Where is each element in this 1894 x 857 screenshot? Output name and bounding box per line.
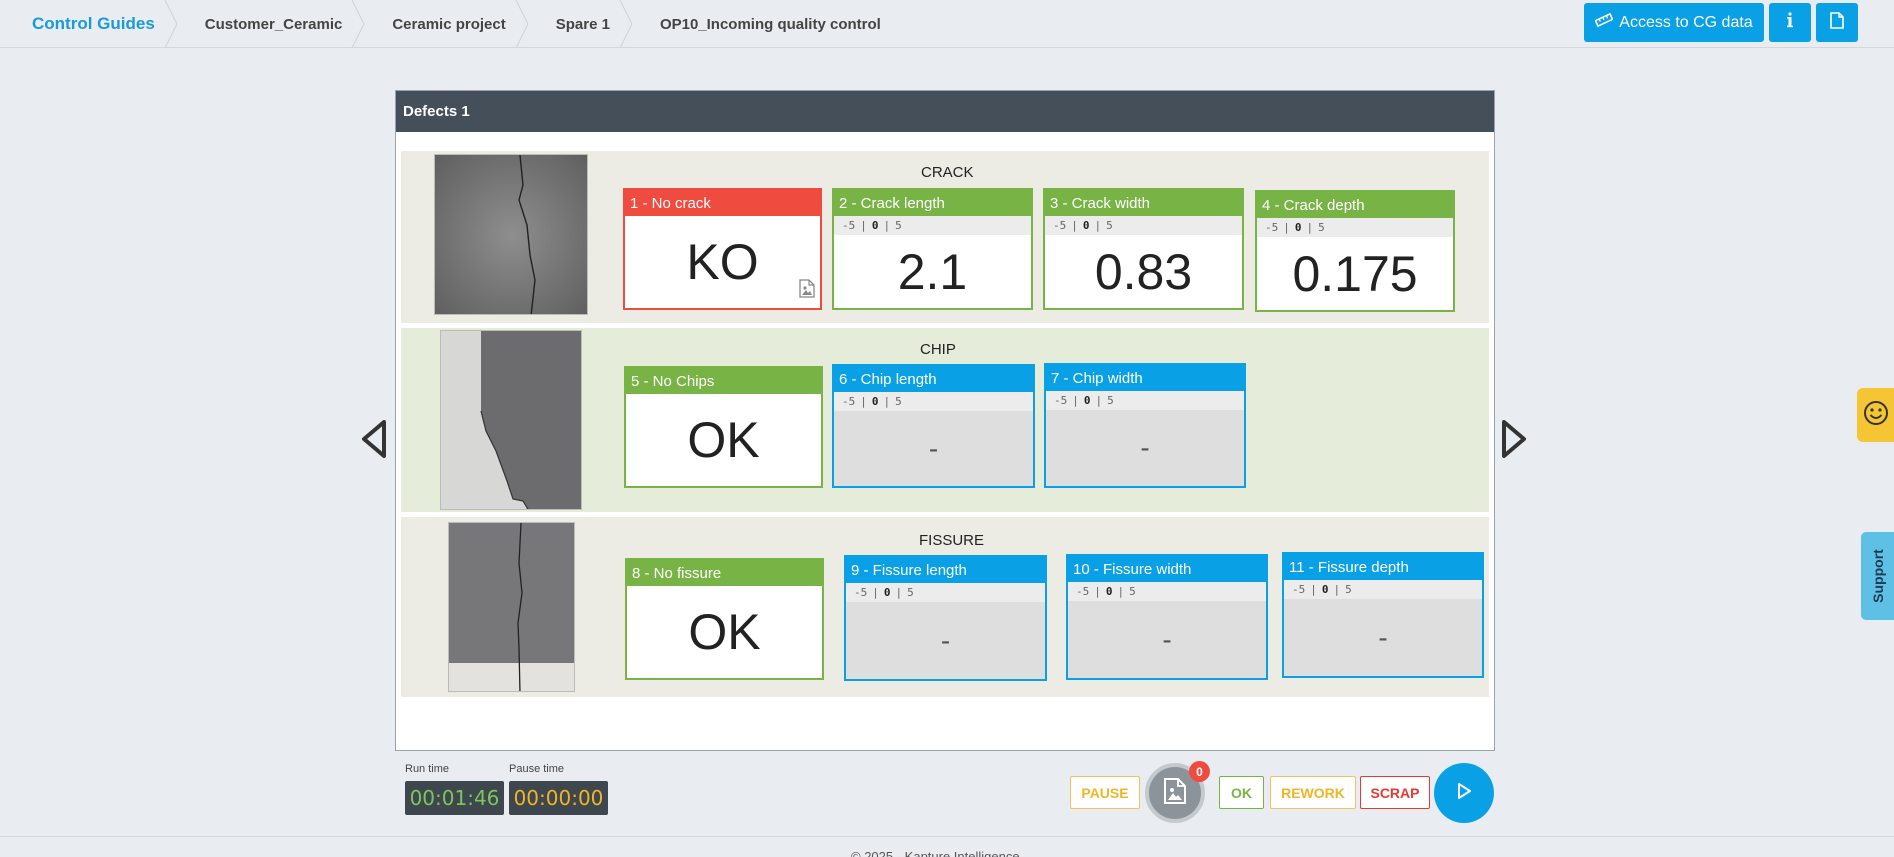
info-icon <box>1785 12 1795 33</box>
card-label: 5 - No Chips <box>626 368 821 394</box>
card-value: OK <box>687 412 760 468</box>
inspection-card-7[interactable]: 7 - Chip width -5 | 0 | 5 - <box>1044 363 1246 488</box>
inspection-card-8[interactable]: 8 - No fissure OK <box>625 558 824 680</box>
inspection-card-5[interactable]: 5 - No Chips OK <box>624 366 823 488</box>
support-tab[interactable]: Support <box>1861 532 1894 620</box>
inspection-card-3[interactable]: 3 - Crack width -5 | 0 | 5 0.83 <box>1043 188 1244 310</box>
inspection-card-9[interactable]: 9 - Fissure length -5 | 0 | 5 - <box>844 555 1047 681</box>
rework-button[interactable]: REWORK <box>1270 776 1356 809</box>
feedback-tab[interactable] <box>1857 388 1894 442</box>
notification-badge: 0 <box>1189 761 1210 782</box>
card-value: 0.83 <box>1094 243 1193 300</box>
card-value: KO <box>686 234 759 290</box>
inspection-card-1[interactable]: 1 - No crack KO <box>623 188 822 310</box>
tolerance-row: -5 | 0 | 5 <box>834 392 1033 411</box>
top-actions: Access to CG data <box>1584 3 1858 42</box>
play-icon <box>1456 782 1472 805</box>
pause-time-label: Pause time <box>509 763 565 775</box>
card-label: 10 - Fissure width <box>1068 556 1266 582</box>
breadcrumb-item-operation[interactable]: OP10_Incoming quality control <box>628 0 899 48</box>
document-icon <box>1830 11 1844 34</box>
breadcrumb-item-customer[interactable]: Customer_Ceramic <box>173 0 365 48</box>
breadcrumb-label: Ceramic project <box>392 15 506 33</box>
card-label: 7 - Chip width <box>1046 365 1244 391</box>
card-value: - <box>1068 601 1266 678</box>
image-attachment-icon[interactable] <box>799 279 815 303</box>
ok-button[interactable]: OK <box>1219 776 1264 809</box>
crack-photo[interactable] <box>434 154 588 315</box>
section-fissure: FISSURE 8 - No fissure OK 9 - Fissure le… <box>401 517 1489 697</box>
previous-arrow-icon[interactable] <box>360 419 388 464</box>
card-label: 8 - No fissure <box>627 560 822 586</box>
tolerance-row: -5 | 0 | 5 <box>1045 216 1242 235</box>
tolerance-row: -5 | 0 | 5 <box>834 216 1031 235</box>
card-label: 9 - Fissure length <box>846 557 1045 583</box>
card-label: 1 - No crack <box>625 190 820 216</box>
section-title: CHIP <box>920 341 956 358</box>
fissure-photo[interactable] <box>448 522 575 692</box>
card-label: 11 - Fissure depth <box>1284 554 1482 580</box>
smiley-icon <box>1863 400 1889 431</box>
tolerance-row: -5 | 0 | 5 <box>1068 582 1266 601</box>
ruler-icon <box>1594 12 1614 32</box>
breadcrumb-label: Customer_Ceramic <box>204 15 343 33</box>
tolerance-row: -5 | 0 | 5 <box>1257 218 1453 237</box>
card-value: 0.175 <box>1292 245 1418 302</box>
pause-time-display: 00:00:00 <box>509 781 608 815</box>
card-value: - <box>1284 599 1482 676</box>
tolerance-row: -5 | 0 | 5 <box>1046 391 1244 410</box>
card-label: 2 - Crack length <box>834 190 1031 216</box>
next-arrow-icon[interactable] <box>1500 419 1528 464</box>
inspection-card-6[interactable]: 6 - Chip length -5 | 0 | 5 - <box>832 364 1035 488</box>
card-value: OK <box>688 604 761 660</box>
card-value: - <box>834 411 1033 486</box>
access-cg-data-button[interactable]: Access to CG data <box>1584 3 1764 42</box>
card-value: - <box>1046 410 1244 486</box>
breadcrumb-label: Spare 1 <box>555 15 610 33</box>
breadcrumb-label: Control Guides <box>32 14 155 33</box>
copyright-text: © 2025 - Kapture Intelligence <box>851 849 1020 857</box>
defects-panel: Defects 1 CRACK 1 - No crack KO 2 - Crac… <box>395 90 1495 751</box>
support-label: Support <box>1869 549 1886 603</box>
inspection-card-11[interactable]: 11 - Fissure depth -5 | 0 | 5 - <box>1282 552 1484 678</box>
breadcrumb-item-project[interactable]: Ceramic project <box>360 0 529 48</box>
document-button[interactable] <box>1816 3 1858 42</box>
inspection-card-4[interactable]: 4 - Crack depth -5 | 0 | 5 0.175 <box>1255 190 1455 312</box>
card-label: 6 - Chip length <box>834 366 1033 392</box>
run-time-label: Run time <box>405 763 450 775</box>
image-document-icon <box>1164 777 1186 809</box>
inspection-card-2[interactable]: 2 - Crack length -5 | 0 | 5 2.1 <box>832 188 1033 310</box>
pause-button[interactable]: PAUSE <box>1070 776 1140 809</box>
top-bar: Control Guides Customer_Ceramic Ceramic … <box>0 0 1894 48</box>
panel-header: Defects 1 <box>396 91 1494 132</box>
scrap-button[interactable]: SCRAP <box>1360 776 1430 809</box>
run-time-display: 00:01:46 <box>405 781 504 815</box>
tolerance-row: -5 | 0 | 5 <box>846 583 1045 602</box>
breadcrumb-item-control-guides[interactable]: Control Guides <box>0 0 178 48</box>
card-value: 2.1 <box>897 243 968 300</box>
footer: © 2025 - Kapture Intelligence <box>0 836 1894 857</box>
card-label: 4 - Crack depth <box>1257 192 1453 218</box>
chip-photo[interactable] <box>440 330 582 510</box>
play-button[interactable] <box>1434 763 1494 823</box>
section-chip: CHIP 5 - No Chips OK 6 - Chip length -5 |… <box>401 328 1489 512</box>
card-label: 3 - Crack width <box>1045 190 1242 216</box>
access-cg-data-label: Access to CG data <box>1619 13 1753 31</box>
breadcrumb-label: OP10_Incoming quality control <box>659 15 881 33</box>
section-title: CRACK <box>921 164 974 181</box>
tolerance-row: -5 | 0 | 5 <box>1284 580 1482 599</box>
card-value: - <box>846 602 1045 679</box>
inspection-card-10[interactable]: 10 - Fissure width -5 | 0 | 5 - <box>1066 554 1268 680</box>
section-crack: CRACK 1 - No crack KO 2 - Crack length -… <box>401 151 1489 323</box>
breadcrumb-item-spare[interactable]: Spare 1 <box>524 0 633 48</box>
info-button[interactable] <box>1769 3 1811 42</box>
breadcrumb: Control Guides Customer_Ceramic Ceramic … <box>0 0 899 48</box>
section-title: FISSURE <box>919 532 985 549</box>
panel-title: Defects 1 <box>403 103 470 120</box>
